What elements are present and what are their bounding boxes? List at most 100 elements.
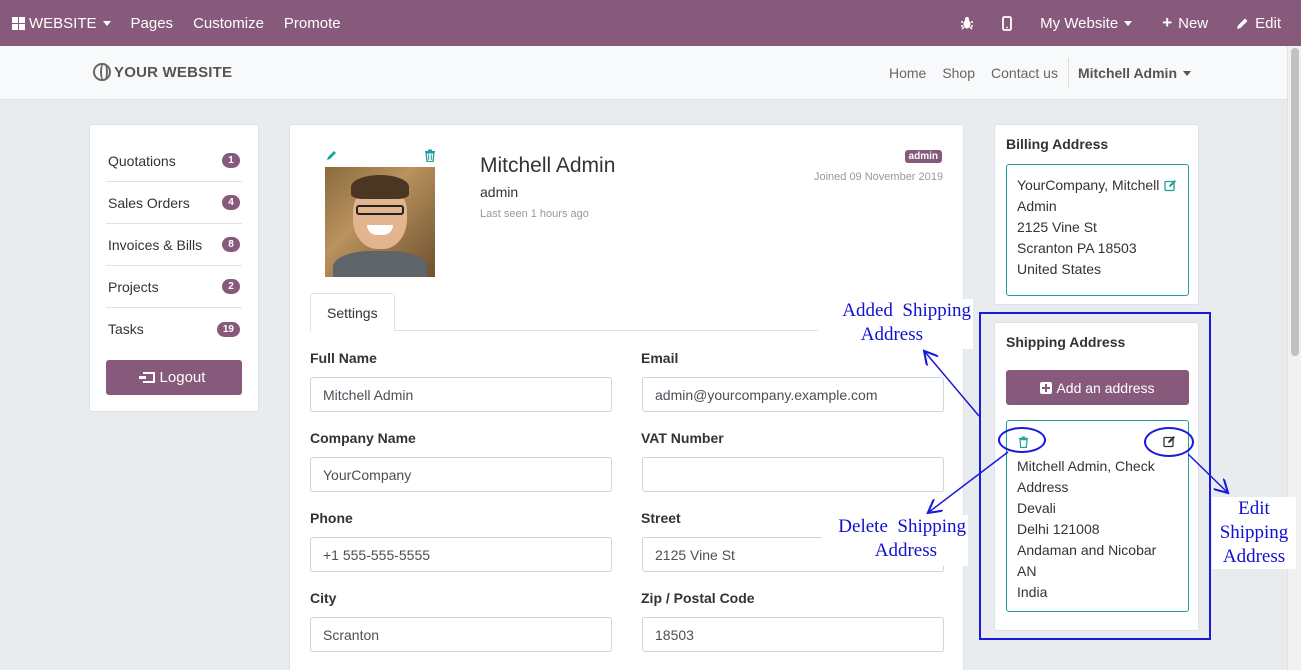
menu-item-tasks[interactable]: Tasks 19: [106, 308, 242, 350]
zip-label: Zip / Postal Code: [641, 590, 755, 606]
edit-billing-icon[interactable]: [1164, 179, 1177, 192]
menu-item-label: Quotations: [108, 152, 176, 169]
site-header: YOUR WEBSITE Home Shop Contact us Mitche…: [0, 46, 1287, 100]
annotation-line: Address: [860, 324, 923, 345]
edit-shipping-annotation: Edit Shipping Address: [1212, 497, 1296, 569]
phone-field[interactable]: +1 555-555-5555: [310, 537, 612, 572]
my-website-menu[interactable]: My Website: [1030, 0, 1142, 46]
new-button[interactable]: + New: [1142, 0, 1218, 46]
menu-item-invoices[interactable]: Invoices & Bills 8: [106, 224, 242, 266]
edit-label: Edit: [1255, 14, 1281, 32]
logout-label: Logout: [159, 369, 206, 386]
annotation-line: Edit: [1238, 498, 1270, 519]
count-badge: 1: [222, 153, 240, 168]
globe-icon: [93, 63, 111, 81]
billing-line: YourCompany, Mitchell: [1017, 177, 1160, 193]
annotation-line: Shipping: [1219, 522, 1289, 543]
vat-field[interactable]: [642, 457, 944, 492]
full-name-label: Full Name: [310, 350, 377, 366]
last-seen: Last seen 1 hours ago: [480, 208, 589, 220]
annotation-line: Address: [1222, 546, 1286, 567]
page-scrollbar[interactable]: [1287, 46, 1301, 670]
zip-field[interactable]: 18503: [642, 617, 944, 652]
plus-icon: +: [1162, 13, 1173, 32]
annotation-line: Delete Shipping: [838, 516, 966, 537]
count-badge: 4: [222, 195, 240, 210]
count-badge: 8: [222, 237, 240, 252]
delete-shipping-annotation: Delete Shipping Address: [822, 515, 968, 566]
menu-item-label: Sales Orders: [108, 194, 190, 211]
pages-menu[interactable]: Pages: [121, 0, 184, 46]
site-logo-text: YOUR WEBSITE: [114, 63, 233, 81]
chevron-down-icon: [1124, 20, 1133, 26]
promote-menu[interactable]: Promote: [274, 0, 351, 46]
added-shipping-annotation: Added Shipping Address: [818, 299, 973, 349]
billing-title: Billing Address: [1006, 136, 1109, 152]
company-field[interactable]: YourCompany: [310, 457, 612, 492]
new-label: New: [1178, 14, 1209, 32]
edit-avatar-pencil-icon[interactable]: [326, 149, 338, 161]
apps-grid-icon: [12, 16, 25, 30]
phone-label: Phone: [310, 510, 353, 526]
count-badge: 2: [222, 279, 240, 294]
menu-item-projects[interactable]: Projects 2: [106, 266, 242, 308]
billing-line: United States: [1017, 261, 1102, 277]
menu-item-label: Tasks: [108, 321, 144, 337]
billing-line: 2125 Vine St: [1017, 219, 1097, 235]
profile-name: Mitchell Admin: [480, 154, 616, 177]
profile-card: Mitchell Admin admin Last seen 1 hours a…: [289, 124, 964, 670]
my-website-label: My Website: [1040, 14, 1119, 32]
email-field[interactable]: admin@yourcompany.example.com: [642, 377, 944, 412]
sign-out-icon: [138, 372, 155, 383]
bug-icon: [961, 17, 974, 30]
portal-menu: Quotations 1 Sales Orders 4 Invoices & Bil…: [89, 124, 259, 412]
edit-button[interactable]: Edit: [1218, 0, 1281, 46]
annotation-line: Address: [874, 540, 937, 561]
admin-topbar: WEBSITE Pages Customize Promote My Websi…: [0, 0, 1301, 46]
nav-shop[interactable]: Shop: [934, 65, 983, 81]
nav-contact[interactable]: Contact us: [983, 65, 1066, 81]
menu-item-label: Projects: [108, 278, 159, 295]
chevron-down-icon: [1183, 70, 1191, 76]
avatar: [325, 167, 435, 277]
logout-button[interactable]: Logout: [106, 360, 242, 395]
mobile-icon: [1002, 15, 1013, 31]
mobile-preview-button[interactable]: [984, 0, 1030, 46]
billing-line: Scranton PA 18503: [1017, 240, 1137, 256]
site-nav: Home Shop Contact us Mitchell Admin: [881, 46, 1191, 100]
full-name-field[interactable]: Mitchell Admin: [310, 377, 612, 412]
website-menu[interactable]: WEBSITE: [0, 0, 121, 46]
edit-highlight-ellipse: [1144, 427, 1194, 457]
delete-avatar-trash-icon[interactable]: [424, 149, 436, 162]
scrollbar-thumb[interactable]: [1291, 48, 1299, 356]
count-badge: 19: [216, 321, 240, 337]
profile-login: admin: [480, 184, 519, 200]
billing-address-box: YourCompany, Mitchell Admin 2125 Vine St…: [1006, 164, 1189, 296]
user-menu[interactable]: Mitchell Admin: [1067, 58, 1191, 88]
tab-settings[interactable]: Settings: [310, 293, 395, 332]
email-label: Email: [641, 350, 679, 366]
shipping-highlight-rect: [979, 312, 1211, 640]
billing-line: Admin: [1017, 198, 1057, 214]
joined-date: Joined 09 November 2019: [813, 171, 943, 183]
pencil-icon: [1237, 18, 1248, 29]
site-logo[interactable]: YOUR WEBSITE: [93, 63, 232, 81]
debug-button[interactable]: [950, 0, 984, 46]
customize-menu[interactable]: Customize: [183, 0, 274, 46]
city-field[interactable]: Scranton: [310, 617, 612, 652]
menu-item-quotations[interactable]: Quotations 1: [106, 140, 242, 182]
role-badge: admin: [904, 150, 942, 163]
city-label: City: [310, 590, 337, 606]
vat-label: VAT Number: [641, 430, 724, 446]
nav-home[interactable]: Home: [881, 65, 934, 81]
menu-item-sales-orders[interactable]: Sales Orders 4: [106, 182, 242, 224]
delete-highlight-ellipse: [998, 427, 1046, 453]
street-label: Street: [641, 510, 681, 526]
chevron-down-icon: [102, 20, 111, 26]
billing-address-card: Billing Address YourCompany, Mitchell Ad…: [994, 124, 1199, 305]
website-menu-label: WEBSITE: [29, 14, 97, 32]
menu-item-label: Invoices & Bills: [108, 236, 203, 253]
user-menu-label: Mitchell Admin: [1077, 65, 1177, 81]
company-label: Company Name: [310, 430, 416, 446]
annotation-line: Added Shipping: [842, 300, 971, 321]
